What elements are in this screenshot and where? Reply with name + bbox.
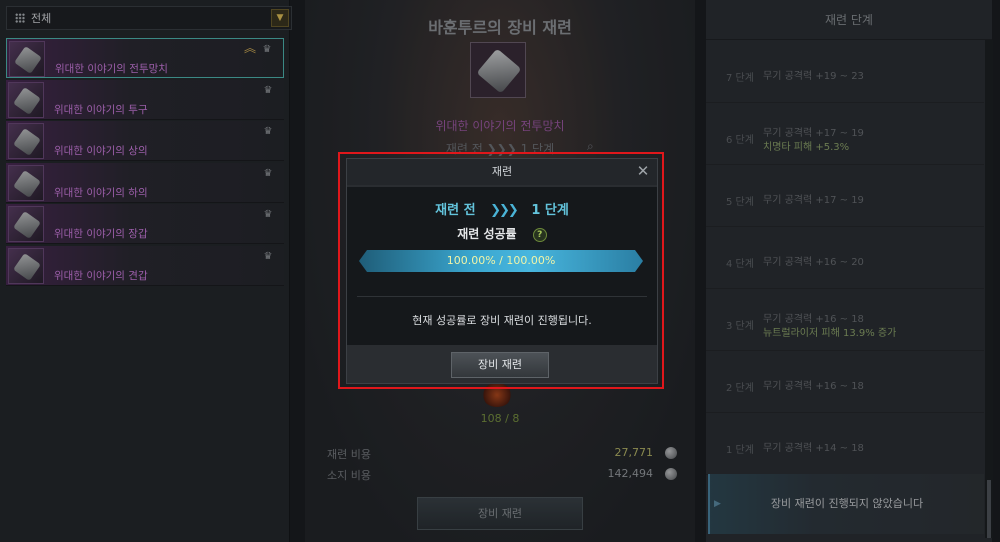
- chevron-right-icon: ❯❯❯: [490, 203, 519, 218]
- stage-attack: 무기 공격력 +14 ~ 18: [763, 443, 864, 454]
- owned-cost-value: 142,494: [607, 467, 654, 480]
- refine-status-text: 장비 재련이 진행되지 않았습니다: [770, 497, 924, 510]
- chest-armor-icon: [8, 123, 44, 159]
- selected-item-name: 위대한 이야기의 전투망치: [435, 119, 565, 133]
- page-title: 바훈투르의 장비 재련: [428, 18, 572, 37]
- crest-icon: ♛: [263, 167, 273, 179]
- pants-icon: [8, 164, 44, 201]
- refine-dialog: 재련 ✕ 재련 전 ❯❯❯ 1 단계 재련 성공률 ? 100.00% / 10…: [346, 158, 658, 384]
- stage-row: 7 단계 무기 공격력 +19 ~ 23: [706, 42, 984, 103]
- shoulder-icon: [8, 247, 44, 284]
- material-count: 108 / 8: [480, 412, 520, 425]
- chevron-down-icon[interactable]: ▼: [271, 9, 289, 27]
- item-name: 위대한 이야기의 견갑: [54, 269, 148, 282]
- refine-cost-value: 27,771: [614, 446, 654, 459]
- stage-number: 1 단계: [726, 445, 754, 456]
- item-row-gloves[interactable]: 위대한 이야기의 장갑 ♛: [6, 204, 284, 244]
- stage-row: 2 단계 무기 공격력 +16 ~ 18: [706, 352, 984, 413]
- helmet-icon: [8, 81, 44, 118]
- success-rate-label: 재련 성공률: [457, 227, 517, 241]
- dialog-stage: 재련 전 ❯❯❯ 1 단계: [347, 199, 657, 218]
- item-name: 위대한 이야기의 하의: [54, 186, 148, 199]
- crest-icon: ♛: [263, 250, 273, 262]
- stage-attack: 무기 공격력 +17 ~ 19: [763, 195, 864, 206]
- refine-button[interactable]: 장비 재련: [417, 497, 583, 530]
- refine-cost-row: 재련 비용 27,771: [327, 446, 677, 462]
- silver-coin-icon: [665, 447, 677, 459]
- refine-cost-label: 재련 비용: [327, 448, 371, 461]
- item-name: 위대한 이야기의 장갑: [54, 228, 148, 240]
- item-row-chest[interactable]: 위대한 이야기의 상의 ♛: [6, 121, 284, 161]
- confirm-refine-button[interactable]: 장비 재련: [451, 352, 549, 378]
- stage-row: 5 단계 무기 공격력 +17 ~ 19: [706, 166, 984, 227]
- refine-status: ▶ 장비 재련이 진행되지 않았습니다: [708, 474, 984, 534]
- stages-title: 재련 단계: [706, 0, 992, 40]
- crest-icon: ♛: [262, 44, 272, 55]
- item-row-helmet[interactable]: 위대한 이야기의 투구 ♛: [6, 79, 284, 120]
- stage-row: 3 단계 무기 공격력 +16 ~ 18 뉴트럴라이저 피해 13.9% 증가: [706, 290, 984, 351]
- close-icon[interactable]: ✕: [635, 163, 651, 179]
- category-filter[interactable]: 전체 ▼: [6, 6, 292, 30]
- owned-cost-row: 소지 비용 142,494: [327, 467, 677, 483]
- stage-attack: 무기 공격력 +16 ~ 18: [763, 381, 864, 392]
- warhammer-icon: [9, 41, 45, 77]
- play-icon: ▶: [714, 499, 721, 509]
- stage-attack: 무기 공격력 +16 ~ 18: [763, 314, 864, 325]
- stage-attack: 무기 공격력 +17 ~ 19: [763, 128, 864, 139]
- stage-row: 1 단계 무기 공격력 +14 ~ 18: [706, 414, 984, 475]
- selected-item-icon: [470, 42, 526, 98]
- stage-number: 3 단계: [726, 321, 754, 332]
- owned-cost-label: 소지 비용: [327, 469, 371, 482]
- crest-icon: ♛: [263, 84, 273, 96]
- item-row-warhammer[interactable]: 위대한 이야기의 전투망치 ︽ ♛: [6, 38, 284, 78]
- crest-icon: ♛: [263, 126, 273, 137]
- stage-number: 6 단계: [726, 135, 754, 146]
- dialog-body: 재련 전 ❯❯❯ 1 단계 재련 성공률 ? 100.00% / 100.00%…: [347, 187, 657, 345]
- stage-number: 5 단계: [726, 197, 754, 208]
- help-icon[interactable]: ?: [532, 228, 547, 242]
- dialog-stage-before: 재련 전: [435, 203, 476, 218]
- scroll-thumb[interactable]: [987, 480, 991, 538]
- item-name: 위대한 이야기의 전투망치: [55, 63, 168, 75]
- silver-coin-icon: [665, 468, 677, 480]
- dialog-stage-after: 1 단계: [531, 203, 569, 218]
- stage-bonus: 치명타 피해 +5.3%: [763, 142, 850, 153]
- item-list-panel: 전체 ▼ 위대한 이야기의 전투망치 ︽ ♛ 위대한 이야기의 투구 ♛ 위대한…: [0, 0, 292, 542]
- stage-number: 4 단계: [726, 259, 754, 270]
- stage-row: 6 단계 무기 공격력 +17 ~ 19 치명타 피해 +5.3%: [706, 104, 984, 165]
- category-filter-label: 전체: [31, 12, 52, 25]
- stage-number: 7 단계: [726, 73, 754, 84]
- stage-row: 4 단계 무기 공격력 +16 ~ 20: [706, 228, 984, 289]
- crest-icon: ♛: [263, 209, 273, 220]
- divider: [357, 296, 647, 297]
- item-list: 위대한 이야기의 전투망치 ︽ ♛ 위대한 이야기의 투구 ♛ 위대한 이야기의…: [6, 38, 284, 287]
- stage-attack: 무기 공격력 +19 ~ 23: [763, 71, 864, 82]
- dialog-message: 현재 성공률로 장비 재련이 진행됩니다.: [412, 314, 592, 327]
- item-name: 위대한 이야기의 상의: [54, 145, 148, 157]
- rank-up-icon: ︽: [243, 41, 256, 55]
- stage-number: 2 단계: [726, 383, 754, 394]
- success-rate-bar: 100.00% / 100.00%: [359, 250, 643, 272]
- item-row-shoulder[interactable]: 위대한 이야기의 견갑 ♛: [6, 245, 284, 286]
- grid-icon: [15, 13, 25, 23]
- gloves-icon: [8, 206, 44, 242]
- stage-bonus: 뉴트럴라이저 피해 13.9% 증가: [763, 328, 897, 339]
- item-name: 위대한 이야기의 투구: [54, 103, 148, 116]
- stage-attack: 무기 공격력 +16 ~ 20: [763, 257, 864, 268]
- dialog-title: 재련: [347, 159, 657, 185]
- item-row-pants[interactable]: 위대한 이야기의 하의 ♛: [6, 162, 284, 203]
- scrollbar[interactable]: [985, 40, 993, 538]
- success-rate-label-row: 재련 성공률 ?: [347, 225, 657, 242]
- refine-stages-panel: 재련 단계 7 단계 무기 공격력 +19 ~ 23 6 단계 무기 공격력 +17 …: [706, 0, 992, 542]
